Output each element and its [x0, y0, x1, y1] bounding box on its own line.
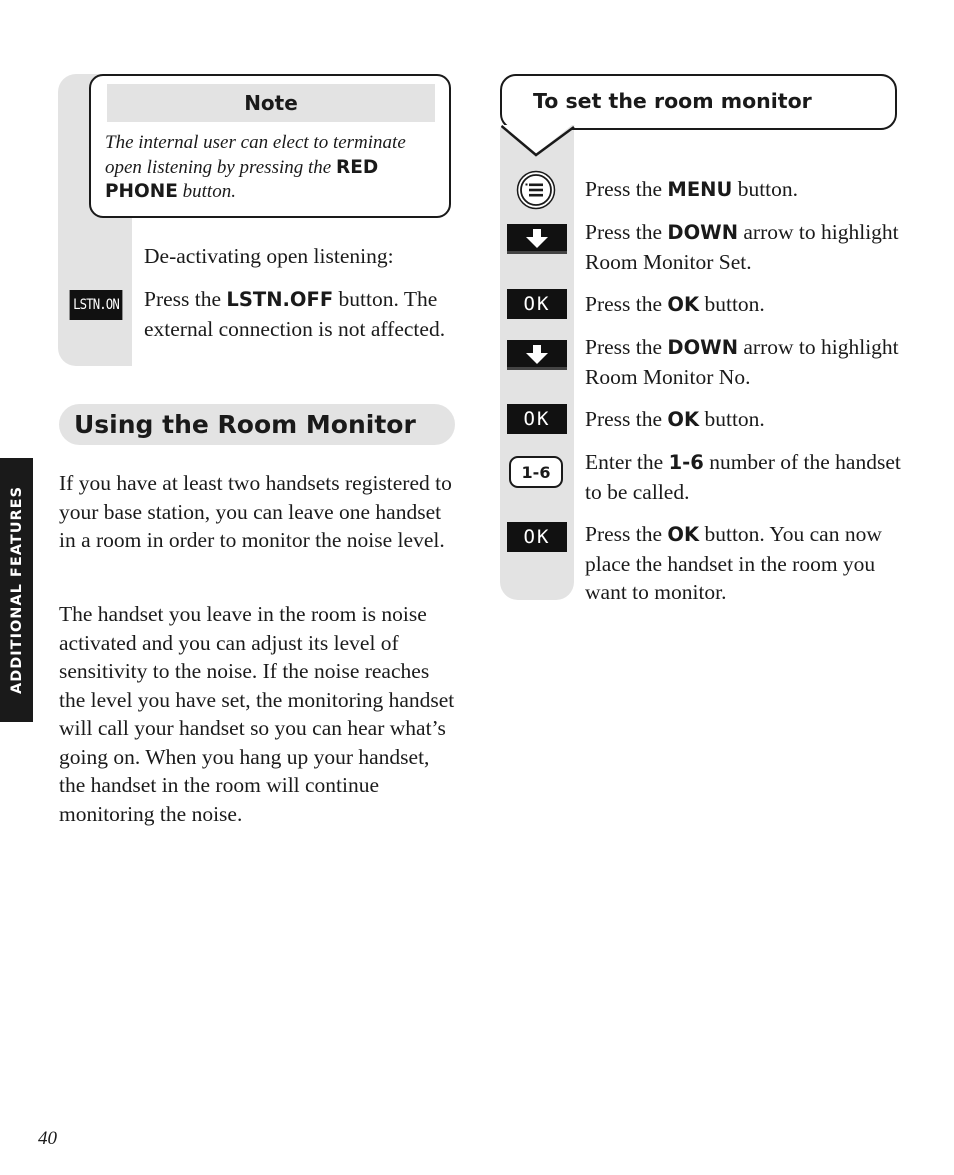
text-part: Press the — [144, 287, 227, 311]
chapter-side-tab: ADDITIONAL FEATURES — [0, 458, 33, 722]
note-text-part: button. — [177, 181, 236, 202]
text-part: Press the — [585, 522, 668, 546]
text-part: Press the — [585, 220, 668, 244]
down-arrow-icon — [507, 340, 567, 370]
step-7: Press the OK button. You can now place t… — [585, 520, 905, 607]
step-6: Enter the 1-6 number of the handset to b… — [585, 448, 905, 506]
paragraph: If you have at least two handsets regist… — [59, 471, 452, 552]
key-label: OK — [667, 408, 700, 431]
step-1: Press the MENU button. — [585, 175, 905, 205]
text-part: button. — [732, 177, 799, 201]
note-text: The internal user can elect to terminate… — [105, 131, 445, 205]
note-title: Note — [244, 91, 298, 115]
lstn-off-label: LSTN.OFF — [226, 288, 334, 311]
key-label: DOWN — [667, 221, 739, 244]
detail-paragraph: The handset you leave in the room is noi… — [59, 600, 459, 828]
note-header: Note — [107, 84, 435, 122]
key-label: MENU — [667, 178, 733, 201]
text-part: Press the — [585, 407, 668, 431]
intro-paragraph: If you have at least two handsets regist… — [59, 469, 459, 555]
text-part: button. — [699, 407, 765, 431]
deactivate-heading: De-activating open listening: — [144, 244, 394, 268]
page-number: 40 — [38, 1128, 57, 1149]
ok-key-icon: OK — [507, 289, 567, 319]
text-part: Press the — [585, 177, 668, 201]
key-label: OK — [667, 523, 700, 546]
text-part: button. — [699, 292, 765, 316]
step-2: Press the DOWN arrow to highlight Room M… — [585, 218, 905, 276]
step-3: Press the OK button. — [585, 290, 905, 320]
chapter-side-tab-label: ADDITIONAL FEATURES — [8, 485, 25, 695]
lstn-on-key-icon: LSTN.ON — [69, 290, 123, 320]
menu-button-icon — [516, 170, 556, 210]
ok-key-icon: OK — [507, 522, 567, 552]
deactivate-instruction: Press the LSTN.OFF button. The external … — [144, 285, 459, 343]
key-label: DOWN — [667, 336, 739, 359]
procedure-title: To set the room monitor — [533, 89, 812, 113]
step-4: Press the DOWN arrow to highlight Room M… — [585, 333, 905, 391]
step-5: Press the OK button. — [585, 405, 905, 435]
section-title: Using the Room Monitor — [74, 410, 416, 439]
text-part: Enter the — [585, 450, 669, 474]
number-key-icon: 1-6 — [509, 456, 563, 488]
down-arrow-icon — [507, 224, 567, 254]
text-part: Press the — [585, 335, 668, 359]
key-label: OK — [667, 293, 700, 316]
text-part: Press the — [585, 292, 668, 316]
paragraph: The handset you leave in the room is noi… — [59, 602, 455, 826]
ok-key-icon: OK — [507, 404, 567, 434]
callout-pointer — [500, 125, 575, 157]
key-label: 1-6 — [668, 451, 704, 474]
